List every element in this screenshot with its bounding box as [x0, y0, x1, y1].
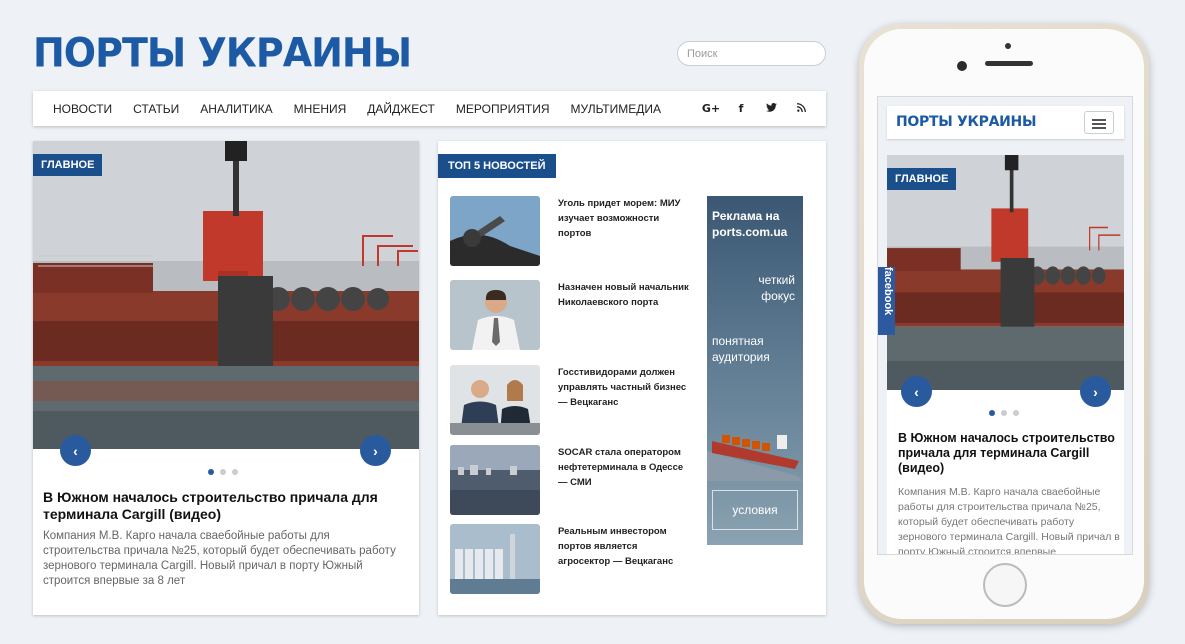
slider-next-button[interactable]: ›	[360, 435, 391, 466]
ad-tagline-line: понятная	[712, 334, 764, 348]
news-item[interactable]: Уголь придет морем: МИУ изучает возможно…	[450, 196, 690, 266]
mobile-slider-next-button[interactable]: ›	[1080, 376, 1111, 407]
google-plus-icon[interactable]: G+	[696, 102, 726, 115]
search-input[interactable]	[677, 41, 826, 66]
mobile-slider-dots	[989, 410, 1019, 416]
mobile-slider-prev-button[interactable]: ‹	[901, 376, 932, 407]
ad-title: Реклама на ports.com.ua	[712, 208, 787, 240]
news-thumbnail[interactable]	[450, 524, 540, 594]
sensor-icon	[1005, 43, 1011, 49]
top-news-badge: ТОП 5 НОВОСТЕЙ	[438, 154, 556, 178]
slider-prev-button[interactable]: ‹	[60, 435, 91, 466]
news-thumbnail[interactable]	[450, 445, 540, 515]
facebook-tab-label: facebook	[882, 267, 894, 316]
ad-tagline-line: фокус	[761, 289, 795, 303]
ship-image	[707, 435, 803, 481]
news-title[interactable]: Госстивидорами должен управлять частный …	[558, 365, 690, 410]
nav-item-articles[interactable]: СТАТЬИ	[133, 102, 179, 116]
main-story-image[interactable]	[33, 141, 419, 449]
mobile-header: ПОРТЫ УКРАИНЫ	[887, 106, 1124, 139]
twitter-icon[interactable]	[756, 102, 786, 115]
main-story-card: ГЛАВНОЕ ‹ › В Южном началось строительст…	[33, 141, 419, 615]
top-news-card: ТОП 5 НОВОСТЕЙ Уголь придет морем: МИУ и…	[438, 141, 826, 615]
speaker-grille	[985, 61, 1033, 66]
nav-item-news[interactable]: НОВОСТИ	[53, 102, 112, 116]
slider-dot[interactable]	[1001, 410, 1007, 416]
news-item[interactable]: Госстивидорами должен управлять частный …	[450, 365, 690, 435]
slider-dot[interactable]	[208, 469, 214, 475]
news-item[interactable]: Реальным инвестором портов является агро…	[450, 524, 690, 594]
facebook-icon[interactable]: f	[726, 102, 756, 115]
news-title[interactable]: Назначен новый начальник Николаевского п…	[558, 280, 690, 310]
ad-banner[interactable]: Реклама на ports.com.ua четкий фокус пон…	[707, 196, 803, 545]
main-navigation: НОВОСТИ СТАТЬИ АНАЛИТИКА МНЕНИЯ ДАЙДЖЕСТ…	[33, 91, 826, 126]
news-item[interactable]: SOCAR стала оператором нефтетерминала в …	[450, 445, 690, 515]
slider-dots	[208, 469, 238, 475]
news-thumbnail[interactable]	[450, 196, 540, 266]
news-thumbnail[interactable]	[450, 365, 540, 435]
slider-dot[interactable]	[232, 469, 238, 475]
news-item[interactable]: Назначен новый начальник Николаевского п…	[450, 280, 690, 350]
nav-item-events[interactable]: МЕРОПРИЯТИЯ	[456, 102, 550, 116]
hamburger-menu-icon[interactable]	[1084, 111, 1114, 134]
camera-icon	[957, 61, 967, 71]
news-title[interactable]: Уголь придет морем: МИУ изучает возможно…	[558, 196, 690, 241]
phone-screen: ПОРТЫ УКРАИНЫ facebook ГЛАВНОЕ ‹ › В Южн…	[877, 96, 1133, 555]
slider-dot[interactable]	[220, 469, 226, 475]
nav-item-digest[interactable]: ДАЙДЖЕСТ	[367, 102, 435, 116]
ad-tagline-audience: понятная аудитория	[712, 333, 770, 365]
ad-conditions-button[interactable]: условия	[712, 490, 798, 530]
ad-tagline-line: аудитория	[712, 350, 770, 364]
ad-tagline-focus: четкий фокус	[758, 272, 795, 304]
site-logo[interactable]: ПОРТЫ УКРАИНЫ	[33, 30, 412, 76]
social-links: G+ f	[696, 91, 816, 126]
ad-site-url: ports.com.ua	[712, 225, 788, 239]
mobile-story-title[interactable]: В Южном началось строительство причала д…	[898, 431, 1118, 476]
mobile-badge: ГЛАВНОЕ	[887, 168, 957, 190]
mobile-logo[interactable]: ПОРТЫ УКРАИНЫ	[896, 114, 1036, 130]
nav-item-analytics[interactable]: АНАЛИТИКА	[200, 102, 272, 116]
mobile-story-card: ГЛАВНОЕ ‹ › В Южном началось строительст…	[887, 155, 1124, 555]
nav-item-opinions[interactable]: МНЕНИЯ	[294, 102, 347, 116]
slider-dot[interactable]	[1013, 410, 1019, 416]
main-badge: ГЛАВНОЕ	[33, 154, 103, 176]
main-story-excerpt: Компания М.В. Карго начала сваебойные ра…	[43, 530, 396, 587]
news-thumbnail[interactable]	[450, 280, 540, 350]
mobile-story-excerpt: Компания М.В. Карго начала сваебойные ра…	[898, 486, 1120, 555]
ad-title-line: Реклама на	[712, 209, 780, 223]
facebook-side-tab[interactable]: facebook	[878, 267, 895, 335]
news-title[interactable]: SOCAR стала оператором нефтетерминала в …	[558, 445, 690, 490]
main-story-title[interactable]: В Южном началось строительство причала д…	[43, 489, 403, 523]
slider-dot[interactable]	[989, 410, 995, 416]
news-title[interactable]: Реальным инвестором портов является агро…	[558, 524, 690, 569]
nav-item-multimedia[interactable]: МУЛЬТИМЕДИА	[571, 102, 661, 116]
ad-tagline-line: четкий	[758, 273, 795, 287]
mobile-story-image[interactable]	[887, 155, 1124, 390]
rss-icon[interactable]	[786, 102, 816, 115]
home-button[interactable]	[983, 563, 1027, 607]
